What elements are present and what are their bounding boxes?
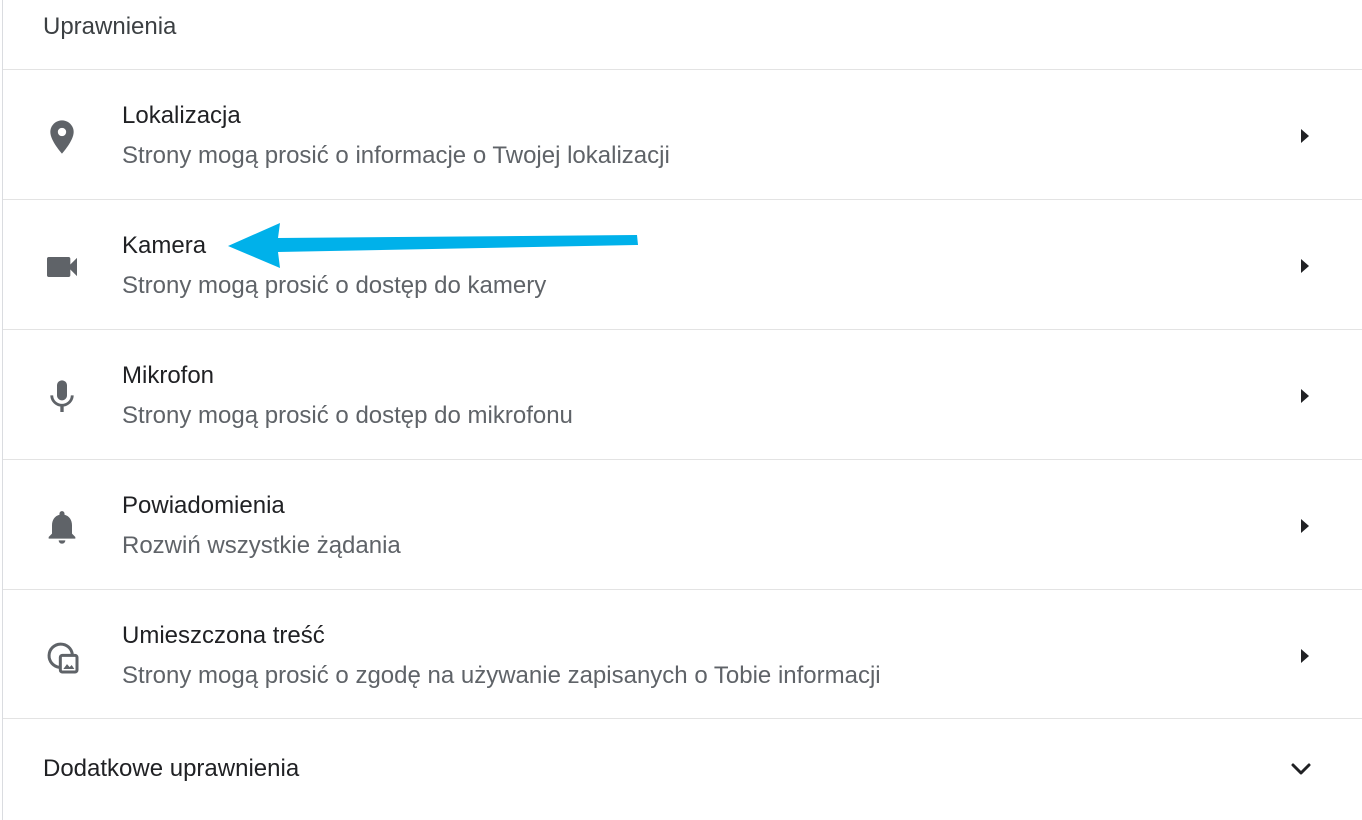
permission-subtitle: Strony mogą prosić o informacje o Twojej… [122, 142, 670, 169]
section-title: Uprawnienia [43, 13, 177, 40]
chevron-right-icon [1295, 254, 1315, 278]
permission-subtitle: Rozwiń wszystkie żądania [122, 532, 401, 559]
chevron-right-icon [1295, 644, 1315, 668]
chevron-right-icon [1295, 384, 1315, 408]
chevron-right-icon [1295, 124, 1315, 148]
permission-row-notifications[interactable]: Powiadomienia Rozwiń wszystkie żądania [3, 459, 1362, 589]
permission-title: Powiadomienia [122, 492, 285, 519]
permission-title: Kamera [122, 232, 207, 259]
permission-row-camera[interactable]: Kamera Strony mogą prosić o dostęp do ka… [3, 199, 1362, 329]
microphone-icon [42, 377, 82, 417]
additional-permissions-toggle[interactable]: Dodatkowe uprawnienia [3, 718, 1362, 820]
location-pin-icon [42, 117, 82, 157]
camera-icon [42, 247, 82, 287]
permission-title: Lokalizacja [122, 102, 241, 129]
permission-row-microphone[interactable]: Mikrofon Strony mogą prosić o dostęp do … [3, 329, 1362, 459]
permission-row-location[interactable]: Lokalizacja Strony mogą prosić o informa… [3, 69, 1362, 199]
permission-title: Mikrofon [122, 362, 215, 389]
permission-subtitle: Strony mogą prosić o zgodę na używanie z… [122, 662, 881, 689]
bell-icon [42, 507, 82, 547]
permissions-page: Uprawnienia Lokalizacja Strony mogą pros… [0, 0, 1362, 820]
embedded-content-icon [42, 637, 82, 677]
permission-title: Umieszczona treść [122, 622, 325, 649]
chevron-down-icon[interactable] [1287, 757, 1315, 781]
permission-subtitle: Strony mogą prosić o dostęp do kamery [122, 272, 547, 299]
permission-subtitle: Strony mogą prosić o dostęp do mikrofonu [122, 402, 573, 429]
permission-row-embedded-content[interactable]: Umieszczona treść Strony mogą prosić o z… [3, 589, 1362, 719]
chevron-right-icon [1295, 514, 1315, 538]
additional-permissions-label: Dodatkowe uprawnienia [43, 755, 300, 782]
